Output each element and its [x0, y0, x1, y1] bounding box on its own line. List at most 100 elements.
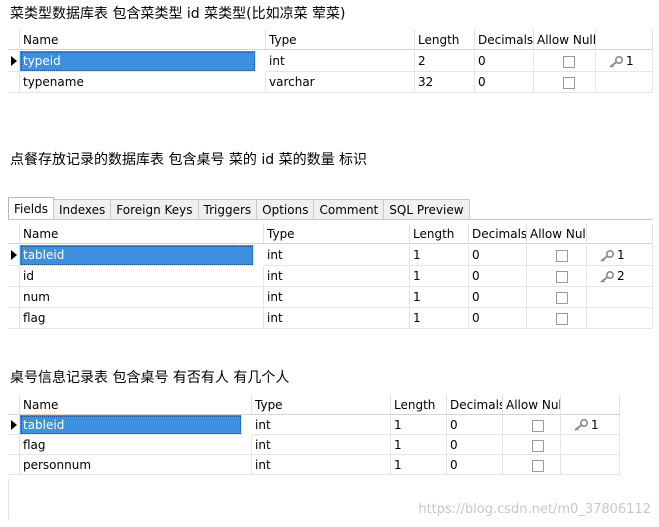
- field-name-cell[interactable]: flag: [20, 435, 252, 455]
- field-decimals-cell[interactable]: 0: [475, 72, 534, 93]
- field-type-cell[interactable]: int: [264, 308, 410, 329]
- table-row[interactable]: personnum int 1 0: [8, 455, 620, 475]
- field-type-cell[interactable]: int: [264, 287, 410, 308]
- tab-fields[interactable]: Fields: [8, 197, 54, 219]
- allow-null-checkbox[interactable]: [556, 270, 568, 283]
- field-length-cell[interactable]: 1: [410, 308, 469, 329]
- field-decimals-cell[interactable]: 0: [447, 435, 503, 455]
- allow-null-checkbox[interactable]: [556, 312, 568, 325]
- field-decimals-cell[interactable]: 0: [475, 51, 534, 72]
- allow-null-checkbox[interactable]: [532, 439, 544, 452]
- row-indicator[interactable]: [8, 51, 20, 72]
- allow-null-checkbox[interactable]: [556, 249, 568, 262]
- row-indicator[interactable]: [8, 455, 20, 475]
- field-decimals-cell[interactable]: 0: [469, 287, 527, 308]
- column-header-length[interactable]: Length: [415, 30, 475, 50]
- column-header-type[interactable]: Type: [264, 224, 410, 244]
- allow-null-cell[interactable]: [527, 308, 587, 329]
- allow-null-cell[interactable]: [503, 455, 561, 475]
- column-header-name[interactable]: Name: [20, 224, 264, 244]
- tab-indexes[interactable]: Indexes: [52, 199, 112, 219]
- column-header-type[interactable]: Type: [252, 395, 391, 415]
- tab-foreign-keys[interactable]: Foreign Keys: [110, 199, 199, 219]
- tab-comment[interactable]: Comment: [313, 199, 385, 219]
- field-type-cell[interactable]: int: [252, 415, 391, 435]
- allow-null-checkbox[interactable]: [532, 419, 544, 432]
- primary-key-cell[interactable]: 1: [561, 415, 620, 435]
- field-name-cell[interactable]: tableid: [20, 245, 254, 266]
- field-length-cell[interactable]: 1: [391, 415, 447, 435]
- column-header-decimals[interactable]: Decimals: [447, 395, 503, 415]
- allow-null-cell[interactable]: [534, 72, 596, 93]
- primary-key-cell[interactable]: [561, 435, 620, 455]
- allow-null-checkbox[interactable]: [556, 291, 568, 304]
- row-indicator[interactable]: [8, 245, 20, 266]
- allow-null-cell[interactable]: [534, 51, 596, 72]
- allow-null-checkbox[interactable]: [532, 459, 544, 472]
- row-indicator[interactable]: [8, 287, 20, 308]
- table-row[interactable]: num int 1 0: [8, 287, 653, 308]
- field-length-cell[interactable]: 2: [415, 51, 475, 72]
- column-header-allow-null[interactable]: Allow Null: [527, 224, 587, 244]
- column-header-decimals[interactable]: Decimals: [475, 30, 534, 50]
- field-name-cell[interactable]: num: [20, 287, 264, 308]
- primary-key-cell[interactable]: 1: [587, 245, 653, 266]
- table-row[interactable]: flag int 1 0: [8, 308, 653, 329]
- field-length-cell[interactable]: 1: [391, 455, 447, 475]
- primary-key-cell[interactable]: [587, 287, 653, 308]
- row-indicator[interactable]: [8, 435, 20, 455]
- field-type-cell[interactable]: int: [252, 455, 391, 475]
- table-row[interactable]: flag int 1 0: [8, 435, 620, 455]
- tab-options[interactable]: Options: [256, 199, 315, 219]
- field-length-cell[interactable]: 32: [415, 72, 475, 93]
- column-header-length[interactable]: Length: [391, 395, 447, 415]
- row-indicator[interactable]: [8, 72, 20, 93]
- allow-null-cell[interactable]: [527, 266, 587, 287]
- table-row[interactable]: typeid int 2 0 1: [8, 51, 653, 72]
- field-name-cell[interactable]: flag: [20, 308, 264, 329]
- field-length-cell[interactable]: 1: [410, 245, 469, 266]
- field-decimals-cell[interactable]: 0: [469, 308, 527, 329]
- field-name-cell[interactable]: typeid: [20, 51, 256, 72]
- field-name-cell[interactable]: typename: [20, 72, 266, 93]
- allow-null-cell[interactable]: [503, 435, 561, 455]
- column-header-allow-null[interactable]: Allow Null: [534, 30, 596, 50]
- column-header-allow-null[interactable]: Allow Null: [503, 395, 561, 415]
- field-type-cell[interactable]: int: [252, 435, 391, 455]
- column-header-decimals[interactable]: Decimals: [469, 224, 527, 244]
- allow-null-checkbox[interactable]: [563, 76, 575, 89]
- primary-key-cell[interactable]: 2: [587, 266, 653, 287]
- field-length-cell[interactable]: 1: [391, 435, 447, 455]
- field-type-cell[interactable]: int: [264, 266, 410, 287]
- allow-null-checkbox[interactable]: [563, 55, 575, 68]
- primary-key-cell[interactable]: [561, 455, 620, 475]
- field-length-cell[interactable]: 1: [410, 266, 469, 287]
- row-indicator[interactable]: [8, 415, 20, 435]
- field-name-cell[interactable]: id: [20, 266, 264, 287]
- row-indicator[interactable]: [8, 308, 20, 329]
- field-decimals-cell[interactable]: 0: [469, 266, 527, 287]
- column-header-name[interactable]: Name: [20, 30, 266, 50]
- allow-null-cell[interactable]: [503, 415, 561, 435]
- primary-key-cell[interactable]: [596, 72, 653, 93]
- allow-null-cell[interactable]: [527, 287, 587, 308]
- table-row[interactable]: id int 1 0 2: [8, 266, 653, 287]
- column-header-type[interactable]: Type: [266, 30, 415, 50]
- primary-key-cell[interactable]: 1: [596, 51, 653, 72]
- field-type-cell[interactable]: int: [266, 51, 415, 72]
- field-type-cell[interactable]: int: [264, 245, 410, 266]
- field-name-cell[interactable]: tableid: [20, 415, 242, 435]
- allow-null-cell[interactable]: [527, 245, 587, 266]
- field-decimals-cell[interactable]: 0: [469, 245, 527, 266]
- field-decimals-cell[interactable]: 0: [447, 455, 503, 475]
- row-indicator[interactable]: [8, 266, 20, 287]
- field-decimals-cell[interactable]: 0: [447, 415, 503, 435]
- field-length-cell[interactable]: 1: [410, 287, 469, 308]
- tab-triggers[interactable]: Triggers: [197, 199, 258, 219]
- field-type-cell[interactable]: varchar: [266, 72, 415, 93]
- table-row[interactable]: tableid int 1 0 1: [8, 245, 653, 266]
- column-header-name[interactable]: Name: [20, 395, 252, 415]
- primary-key-cell[interactable]: [587, 308, 653, 329]
- column-header-length[interactable]: Length: [410, 224, 469, 244]
- table-row[interactable]: tableid int 1 0 1: [8, 415, 620, 435]
